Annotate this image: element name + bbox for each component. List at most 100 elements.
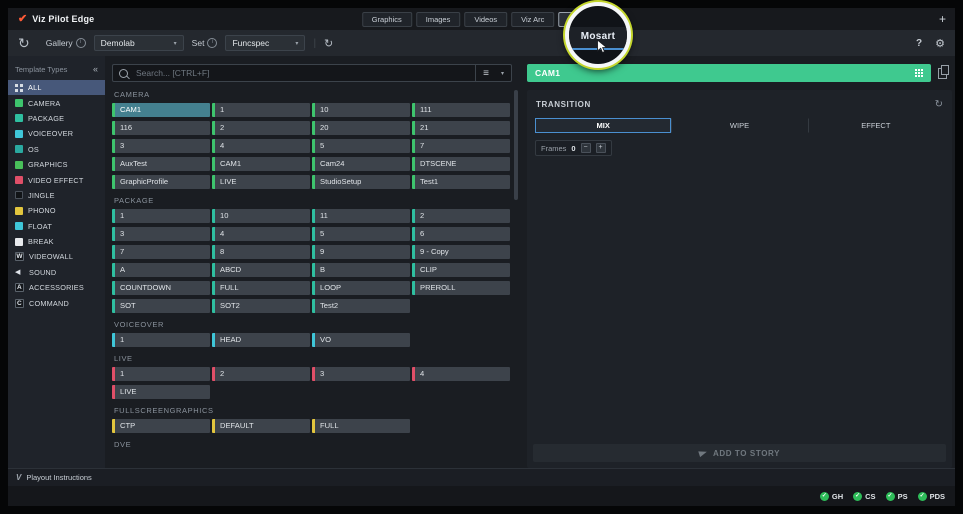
tab-viz-arc[interactable]: Viz Arc <box>511 12 554 27</box>
sidebar-item-all[interactable]: ALL <box>8 80 105 95</box>
transition-tab-mix[interactable]: MIX <box>535 118 671 133</box>
info-icon[interactable]: i <box>207 38 217 48</box>
template-dtscene[interactable]: DTSCENE <box>412 157 510 171</box>
template-test2[interactable]: Test2 <box>312 299 410 313</box>
template-countdown[interactable]: COUNTDOWN <box>112 281 210 295</box>
tab-images[interactable]: Images <box>416 12 461 27</box>
template-studiosetup[interactable]: StudioSetup <box>312 175 410 189</box>
sidebar-item-phono[interactable]: PHONO <box>8 203 105 218</box>
scrollbar[interactable] <box>514 90 518 200</box>
template-full[interactable]: FULL <box>212 281 310 295</box>
template-21[interactable]: 21 <box>412 121 510 135</box>
add-to-story-button[interactable]: ADD TO STORY <box>533 444 946 462</box>
template-4[interactable]: 4 <box>212 139 310 153</box>
sidebar-item-package[interactable]: PACKAGE <box>8 111 105 126</box>
template-head[interactable]: HEAD <box>212 333 310 347</box>
sidebar-item-jingle[interactable]: JINGLE <box>8 188 105 203</box>
sidebar-item-sound[interactable]: ◀SOUND <box>8 265 105 280</box>
drag-handle-icon[interactable] <box>915 69 924 78</box>
template-7[interactable]: 7 <box>412 139 510 153</box>
sidebar-item-accessories[interactable]: AACCESSORIES <box>8 280 105 295</box>
sidebar-item-video-effect[interactable]: VIDEO EFFECT <box>8 172 105 187</box>
template-3[interactable]: 3 <box>112 139 210 153</box>
template-2[interactable]: 2 <box>412 209 510 223</box>
search-input[interactable] <box>134 67 475 79</box>
template-sot[interactable]: SOT <box>112 299 210 313</box>
template-abcd[interactable]: ABCD <box>212 263 310 277</box>
help-icon[interactable]: ? <box>916 38 922 49</box>
template-3[interactable]: 3 <box>312 367 410 381</box>
template-5[interactable]: 5 <box>312 227 410 241</box>
gear-icon[interactable]: ⚙ <box>935 37 945 50</box>
set-select-value: Funcspec <box>232 38 269 48</box>
template-1[interactable]: 1 <box>112 333 210 347</box>
frames-decrement-button[interactable]: − <box>581 143 591 153</box>
set-select[interactable]: Funcspec ▾ <box>225 35 305 51</box>
collapse-sidebar-icon[interactable]: « <box>93 64 98 74</box>
template-20[interactable]: 20 <box>312 121 410 135</box>
sidebar-item-videowall[interactable]: WVIDEOWALL <box>8 249 105 264</box>
template-4[interactable]: 4 <box>412 367 510 381</box>
sidebar-item-graphics[interactable]: GRAPHICS <box>8 157 105 172</box>
template-2[interactable]: 2 <box>212 367 310 381</box>
template-live[interactable]: LIVE <box>112 385 210 399</box>
template-graphicprofile[interactable]: GraphicProfile <box>112 175 210 189</box>
template-cam1[interactable]: CAM1 <box>112 103 210 117</box>
transition-tab-wipe[interactable]: WIPE <box>671 118 807 133</box>
template-7[interactable]: 7 <box>112 245 210 259</box>
transition-header-row: TRANSITION ↻ <box>527 90 952 110</box>
template-preroll[interactable]: PREROLL <box>412 281 510 295</box>
frames-increment-button[interactable]: + <box>596 143 606 153</box>
color-swatch-icon <box>15 145 23 153</box>
template-cam24[interactable]: Cam24 <box>312 157 410 171</box>
refresh-icon[interactable]: ↻ <box>935 99 943 110</box>
template-vo[interactable]: VO <box>312 333 410 347</box>
tab-videos[interactable]: Videos <box>464 12 507 27</box>
playout-instructions-bar[interactable]: V Playout Instructions <box>8 468 955 486</box>
sidebar-item-voiceover[interactable]: VOICEOVER <box>8 126 105 141</box>
info-icon[interactable]: i <box>76 38 86 48</box>
template-cam1[interactable]: CAM1 <box>212 157 310 171</box>
sidebar-item-float[interactable]: FLOAT <box>8 219 105 234</box>
template-4[interactable]: 4 <box>212 227 310 241</box>
template-1[interactable]: 1 <box>112 367 210 381</box>
sidebar-item-os[interactable]: OS <box>8 142 105 157</box>
transition-tab-effect[interactable]: EFFECT <box>808 118 944 133</box>
template-full[interactable]: FULL <box>312 419 410 433</box>
template-11[interactable]: 11 <box>312 209 410 223</box>
template-clip[interactable]: CLIP <box>412 263 510 277</box>
template-9[interactable]: 9 <box>312 245 410 259</box>
template-116[interactable]: 116 <box>112 121 210 135</box>
copy-icon[interactable] <box>938 68 947 79</box>
template-10[interactable]: 10 <box>312 103 410 117</box>
add-panel-button[interactable]: + <box>939 8 946 30</box>
template-sot2[interactable]: SOT2 <box>212 299 310 313</box>
list-view-menu-button[interactable]: ≡ ▾ <box>475 65 511 81</box>
selected-template-bar[interactable]: CAM1 <box>527 64 931 82</box>
template-a[interactable]: A <box>112 263 210 277</box>
template-live[interactable]: LIVE <box>212 175 310 189</box>
template-6[interactable]: 6 <box>412 227 510 241</box>
template-3[interactable]: 3 <box>112 227 210 241</box>
template-8[interactable]: 8 <box>212 245 310 259</box>
gallery-select[interactable]: Demolab ▾ <box>94 35 184 51</box>
template-default[interactable]: DEFAULT <box>212 419 310 433</box>
template-2[interactable]: 2 <box>212 121 310 135</box>
template-loop[interactable]: LOOP <box>312 281 410 295</box>
template-5[interactable]: 5 <box>312 139 410 153</box>
sidebar-item-camera[interactable]: CAMERA <box>8 95 105 110</box>
template-10[interactable]: 10 <box>212 209 310 223</box>
template-1[interactable]: 1 <box>112 209 210 223</box>
template-b[interactable]: B <box>312 263 410 277</box>
template-111[interactable]: 111 <box>412 103 510 117</box>
template-test1[interactable]: Test1 <box>412 175 510 189</box>
template-9-copy[interactable]: 9 - Copy <box>412 245 510 259</box>
refresh-icon[interactable]: ↻ <box>324 37 333 50</box>
sidebar-item-break[interactable]: BREAK <box>8 234 105 249</box>
tab-graphics[interactable]: Graphics <box>362 12 412 27</box>
template-auxtest[interactable]: AuxTest <box>112 157 210 171</box>
section-header-package: PACKAGE <box>114 196 510 205</box>
sidebar-item-command[interactable]: CCOMMAND <box>8 295 105 310</box>
template-ctp[interactable]: CTP <box>112 419 210 433</box>
template-1[interactable]: 1 <box>212 103 310 117</box>
